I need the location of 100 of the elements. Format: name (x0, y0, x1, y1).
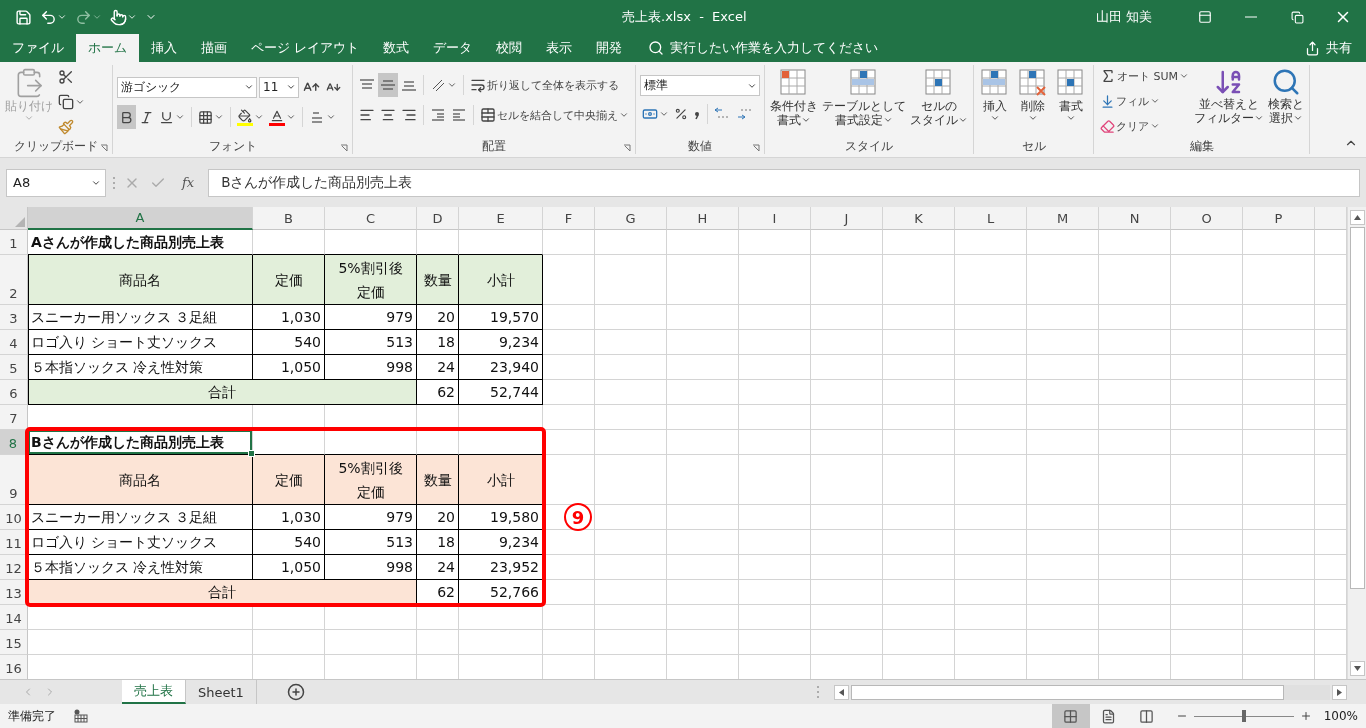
number-format-select[interactable]: 標準 (640, 75, 760, 96)
table-cell: 62 (417, 380, 459, 405)
table-cell: 9,234 (459, 330, 543, 355)
group-label: 編集 (1189, 138, 1214, 154)
row-header[interactable]: 2 (0, 255, 28, 305)
row-header[interactable]: 7 (0, 405, 28, 430)
row-header[interactable]: 12 (0, 555, 28, 580)
row-header[interactable]: 11 (0, 530, 28, 555)
table-cell: 540 (253, 530, 325, 555)
table-cell: 998 (325, 555, 417, 580)
ribbon-tab[interactable]: データ (421, 34, 484, 62)
ribbon-tab[interactable]: 表示 (534, 34, 584, 62)
group-label: 配置 (482, 138, 506, 154)
column-header[interactable]: L (955, 207, 1027, 230)
column-header[interactable]: N (1099, 207, 1171, 230)
user-name: 山田 知美 (1095, 8, 1152, 26)
row-header[interactable]: 13 (0, 580, 28, 605)
window-title: 売上表.xlsx - Excel (621, 8, 748, 26)
row-header[interactable]: 6 (0, 380, 28, 405)
group-label: クリップボード (14, 139, 98, 154)
column-heading-cell: 定価 (253, 255, 325, 305)
table-cell: 979 (325, 505, 417, 530)
column-header[interactable]: M (1027, 207, 1099, 230)
column-header[interactable]: K (883, 207, 955, 230)
share-button[interactable]: 共有 (1299, 34, 1358, 62)
style-button[interactable]: テーブルとして 書式設定 (821, 65, 907, 129)
column-header[interactable]: I (739, 207, 811, 230)
group-label: フォント (208, 138, 257, 154)
column-header[interactable]: A (28, 207, 253, 230)
table-cell: 20 (417, 505, 459, 530)
formula-field[interactable]: Bさんが作成した商品別売上表 (208, 168, 1360, 197)
column-header[interactable]: O (1171, 207, 1243, 230)
font-name-select[interactable]: 游ゴシック (117, 76, 257, 98)
editing-button[interactable]: フィル (1098, 90, 1192, 112)
sheet-tab[interactable]: 売上表 (122, 680, 186, 704)
tell-me-field[interactable]: 実行したい作業を入力してください (670, 41, 930, 55)
row-header[interactable]: 10 (0, 505, 28, 530)
row-header[interactable]: 5 (0, 355, 28, 380)
name-box[interactable]: A8 (6, 168, 106, 197)
table-cell: 23,940 (459, 355, 543, 380)
table-cell: ５本指ソックス 冷え性対策 (28, 555, 253, 580)
column-heading-cell: 小計 (459, 455, 543, 505)
column-header[interactable]: B (253, 207, 325, 230)
column-header[interactable]: J (811, 207, 883, 230)
column-header[interactable]: C (325, 207, 417, 230)
ribbon-tab[interactable]: ファイル (0, 34, 76, 62)
merge-center-button[interactable]: セルを結合して中央揃え (478, 103, 631, 127)
cells-button[interactable]: 書式 (1054, 65, 1088, 125)
row-header[interactable]: 9 (0, 455, 28, 505)
row-header[interactable]: 4 (0, 330, 28, 355)
insert-function-button[interactable]: fx (182, 175, 195, 190)
column-heading-cell: 5%割引後 定価 (325, 455, 417, 505)
table-cell: 19,570 (459, 305, 543, 330)
table-cell: 1,050 (253, 355, 325, 380)
table-cell: スニーカー用ソックス ３足組 (28, 505, 253, 530)
table-cell: 540 (253, 330, 325, 355)
editing-big-button[interactable]: 並べ替えと フィルター (1193, 65, 1266, 127)
font-size-select[interactable]: 11 (259, 76, 299, 98)
total-label-cell: 合計 (28, 380, 417, 405)
row-header[interactable]: 1 (0, 230, 28, 255)
editing-button[interactable]: クリア (1098, 115, 1192, 137)
wrap-text-button[interactable]: 折り返して全体を表示する (468, 73, 621, 97)
cells-button[interactable]: 挿入 (978, 65, 1012, 125)
column-header[interactable]: E (459, 207, 543, 230)
column-header[interactable]: D (417, 207, 459, 230)
table-cell: 998 (325, 355, 417, 380)
table-cell: 52,744 (459, 380, 543, 405)
table-cell: ロゴ入り ショート丈ソックス (28, 330, 253, 355)
row-header[interactable]: 16 (0, 655, 28, 679)
cells-button[interactable]: 削除 (1016, 65, 1050, 125)
group-label: スタイル (845, 138, 893, 154)
table-title: Aさんが作成した商品別売上表 (28, 230, 253, 255)
column-header[interactable]: G (595, 207, 667, 230)
table-cell: 24 (417, 355, 459, 380)
editing-big-button[interactable]: 検索と 選択 (1267, 65, 1306, 127)
row-header[interactable]: 15 (0, 630, 28, 655)
column-header[interactable]: P (1243, 207, 1315, 230)
zoom-level: 100% (1323, 709, 1358, 723)
column-heading-cell: 定価 (253, 455, 325, 505)
ribbon-tab[interactable]: ホーム (76, 34, 139, 62)
column-header[interactable]: F (543, 207, 595, 230)
ribbon-tab[interactable]: 数式 (371, 34, 421, 62)
column-heading-cell: 数量 (417, 255, 459, 305)
row-header[interactable]: 8 (0, 430, 28, 455)
ribbon-tab[interactable]: ページ レイアウト (239, 34, 371, 62)
editing-button[interactable]: オート SUM (1098, 65, 1192, 87)
group-label: セル (1021, 138, 1046, 154)
style-button[interactable]: 条件付き 書式 (769, 65, 819, 129)
ribbon-tab[interactable]: 挿入 (139, 34, 189, 62)
row-header[interactable]: 14 (0, 605, 28, 630)
style-button[interactable]: セルの スタイル (909, 65, 969, 129)
ribbon-tab[interactable]: 開発 (584, 34, 634, 62)
column-heading-cell: 商品名 (28, 455, 253, 505)
column-header[interactable]: H (667, 207, 739, 230)
table-cell: 1,050 (253, 555, 325, 580)
ribbon-tab[interactable]: 描画 (189, 34, 239, 62)
ribbon-tab[interactable]: 校閲 (484, 34, 534, 62)
total-label-cell: 合計 (28, 580, 417, 605)
table-cell: 1,030 (253, 305, 325, 330)
row-header[interactable]: 3 (0, 305, 28, 330)
